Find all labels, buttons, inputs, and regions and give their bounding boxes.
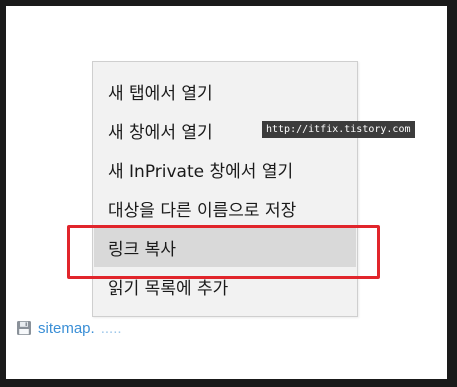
menu-item-save-target-as[interactable]: 대상을 다른 이름으로 저장 — [94, 189, 356, 228]
sitemap-link[interactable]: sitemap...... — [16, 318, 122, 338]
floppy-disk-icon — [17, 321, 31, 335]
sitemap-link-text[interactable]: sitemap. — [38, 320, 95, 337]
watermark-text: http://itfix.tistory.com — [262, 121, 415, 138]
highlight-annotation-box — [67, 225, 380, 279]
sitemap-link-ellipsis: ..... — [100, 319, 122, 337]
menu-item-open-in-new-tab[interactable]: 새 탭에서 열기 — [94, 72, 356, 111]
menu-item-open-in-inprivate-window[interactable]: 새 InPrivate 창에서 열기 — [94, 150, 356, 189]
